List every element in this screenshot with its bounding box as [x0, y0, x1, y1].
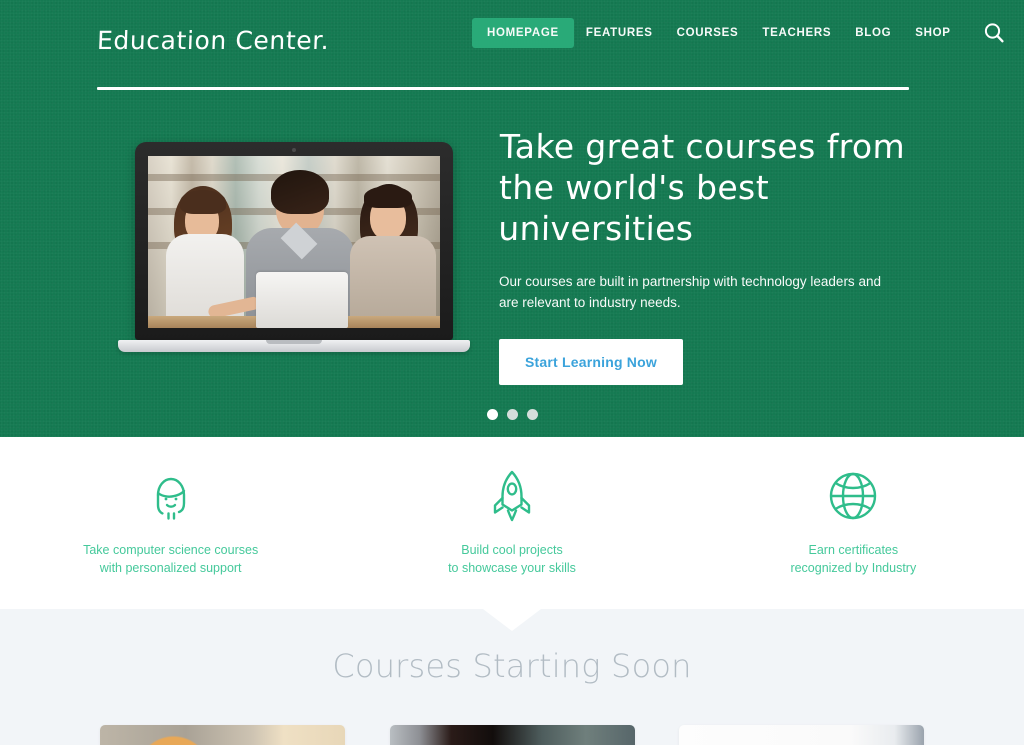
- feature-text-1: Take computer science courses with perso…: [0, 541, 341, 577]
- hero-text-block: Take great courses from the world's best…: [487, 112, 927, 385]
- course-card[interactable]: [679, 725, 924, 745]
- laptop-lid: [135, 142, 453, 340]
- feature-line-2b: to showcase your skills: [448, 561, 576, 575]
- header-divider: [97, 87, 909, 90]
- hero-slider-dots: [97, 409, 927, 420]
- nav-item-shop[interactable]: SHOP: [903, 18, 962, 48]
- laptop-screen: [148, 156, 440, 328]
- nav-item-blog[interactable]: BLOG: [843, 18, 903, 48]
- hero-content: Take great courses from the world's best…: [97, 112, 927, 385]
- course-card-image: [389, 725, 635, 745]
- features-section: Take computer science courses with perso…: [0, 437, 1024, 609]
- section-notch: [483, 609, 541, 631]
- course-card[interactable]: [100, 725, 345, 745]
- page-root: Education Center. HOMEPAGE FEATURES COUR…: [0, 0, 1024, 745]
- globe-icon: [683, 465, 1024, 527]
- slider-dot-2[interactable]: [506, 409, 518, 420]
- course-card-image: [679, 725, 924, 745]
- slider-dot-3[interactable]: [526, 409, 538, 420]
- nav-item-homepage[interactable]: HOMEPAGE: [472, 18, 574, 48]
- site-logo[interactable]: Education Center.: [96, 26, 329, 55]
- feature-line-3b: recognized by Industry: [790, 561, 917, 575]
- main-navigation: HOMEPAGE FEATURES COURSES TEACHERS BLOG …: [472, 18, 1007, 48]
- face-girl-icon: [0, 465, 341, 527]
- search-icon[interactable]: [981, 20, 1007, 46]
- rocket-icon: [341, 465, 682, 527]
- nav-item-courses[interactable]: COURSES: [665, 18, 751, 48]
- site-header: Education Center. HOMEPAGE FEATURES COUR…: [96, 0, 1004, 90]
- feature-text-2: Build cool projects to showcase your ski…: [341, 541, 682, 577]
- feature-text-3: Earn certificates recognized by Industry: [683, 541, 1024, 577]
- hero-image-laptop: [97, 112, 487, 385]
- slider-dot-1[interactable]: [486, 409, 498, 420]
- student-right: [344, 176, 440, 328]
- hero-section: Education Center. HOMEPAGE FEATURES COUR…: [0, 0, 1024, 437]
- feature-item-2: Build cool projects to showcase your ski…: [341, 437, 682, 609]
- feature-line-2a: Build cool projects: [461, 543, 563, 557]
- photo-open-laptop: [256, 272, 348, 328]
- hero-photo: [148, 156, 440, 328]
- nav-item-teachers[interactable]: TEACHERS: [750, 18, 843, 48]
- course-card-image: [100, 725, 345, 745]
- hero-subtitle: Our courses are built in partnership wit…: [499, 274, 881, 310]
- feature-line-1b: with personalized support: [99, 561, 242, 575]
- course-card[interactable]: [389, 725, 635, 745]
- nav-item-features[interactable]: FEATURES: [574, 18, 665, 48]
- student-left: [156, 178, 261, 328]
- course-card-list: [100, 725, 924, 745]
- feature-line-1a: Take computer science courses: [83, 543, 259, 557]
- hero-title: Take great courses from the world's best…: [497, 127, 906, 248]
- laptop-base: [118, 340, 470, 352]
- hero-container: Education Center. HOMEPAGE FEATURES COUR…: [96, 0, 1004, 437]
- start-learning-button[interactable]: Start Learning Now: [499, 339, 683, 385]
- feature-item-1: Take computer science courses with perso…: [0, 437, 341, 609]
- laptop-mockup: [118, 142, 470, 352]
- feature-line-3a: Earn certificates: [808, 543, 899, 557]
- feature-item-3: Earn certificates recognized by Industry: [683, 437, 1024, 609]
- courses-section: Courses Starting Soon: [0, 609, 1024, 745]
- laptop-camera-icon: [292, 148, 296, 152]
